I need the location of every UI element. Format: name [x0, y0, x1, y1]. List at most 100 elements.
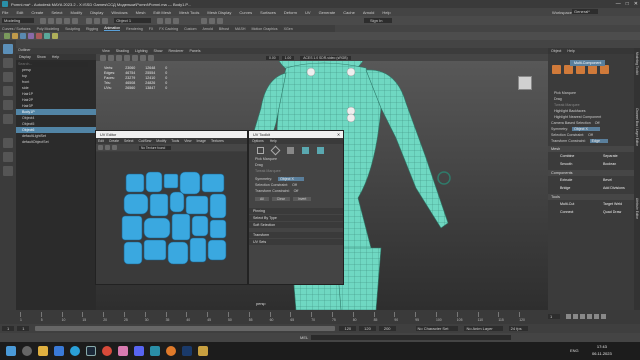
command-input[interactable]: [311, 334, 512, 340]
uv-shell[interactable]: [163, 173, 179, 189]
uv-shell[interactable]: [125, 173, 145, 193]
uvk-menu-options[interactable]: Options: [252, 139, 264, 143]
anim-layer-select[interactable]: No Anim Layer: [464, 326, 503, 331]
snap-grid-icon[interactable]: [157, 17, 164, 24]
uv-shell[interactable]: [191, 215, 209, 237]
viewport-menu-show[interactable]: Show: [154, 49, 163, 53]
chrome-icon[interactable]: [102, 346, 112, 356]
uv-canvas[interactable]: [96, 152, 247, 284]
menu-deform[interactable]: Deform: [284, 10, 297, 15]
shelf-tab-poly-modeling[interactable]: Poly Modeling: [37, 27, 60, 31]
render-icon[interactable]: [201, 17, 208, 24]
shelf-tab-arnold[interactable]: Arnold: [202, 27, 212, 31]
snap-curve-icon[interactable]: [165, 17, 172, 24]
outliner-search-input[interactable]: [18, 61, 88, 67]
mtk-menu-object[interactable]: Object: [551, 49, 561, 53]
maximize-button[interactable]: □: [626, 1, 629, 7]
vertex-mode-icon[interactable]: [270, 145, 281, 155]
uv-checker-icon[interactable]: [112, 145, 117, 150]
uv-menu-select[interactable]: Select: [124, 139, 133, 143]
mode-select[interactable]: Modeling: [2, 18, 35, 23]
texture-icon[interactable]: [132, 54, 138, 61]
viewport-menu-view[interactable]: View: [102, 49, 110, 53]
menu-uv[interactable]: UV: [305, 10, 311, 15]
snap-point-icon[interactable]: [173, 17, 180, 24]
go-to-end-icon[interactable]: [601, 314, 606, 319]
mtk-selection-constraint-value[interactable]: Off: [588, 133, 593, 137]
uv-mode-icon[interactable]: [317, 146, 324, 154]
shelf-tab-mash[interactable]: MASH: [235, 27, 245, 31]
uv-shell[interactable]: [207, 239, 227, 261]
range-start2-field[interactable]: 1: [17, 326, 30, 331]
language-indicator[interactable]: ENG: [570, 348, 579, 353]
multi-component-button[interactable]: Multi-Component: [570, 60, 606, 66]
open-scene-icon[interactable]: [48, 17, 55, 24]
object-selector[interactable]: Object 1: [114, 18, 152, 23]
menu-create[interactable]: Create: [31, 10, 43, 15]
go-to-start-icon[interactable]: [566, 314, 571, 319]
paint-icon[interactable]: [118, 346, 128, 356]
menu-mesh-tools[interactable]: Mesh Tools: [179, 10, 199, 15]
uv-menu-edit[interactable]: Edit: [98, 139, 104, 143]
uv-shell[interactable]: [123, 241, 143, 265]
uv-shade-icon[interactable]: [105, 145, 110, 150]
object-mode-icon[interactable]: [552, 64, 561, 74]
uvk-menu-help[interactable]: Help: [270, 139, 277, 143]
save-scene-icon[interactable]: [56, 17, 63, 24]
uv-shell[interactable]: [149, 193, 169, 217]
menu-mesh-display[interactable]: Mesh Display: [207, 10, 231, 15]
uvk-selection-constraint-value[interactable]: Off: [292, 183, 297, 187]
smooth-button[interactable]: Smooth: [548, 160, 591, 168]
add-divisions-button[interactable]: Add Divisions: [591, 184, 634, 192]
uvk-section-uv-sets[interactable]: UV Sets: [249, 239, 343, 245]
uvk-all-button[interactable]: All: [255, 196, 269, 201]
mesh-right-arm[interactable]: [365, 69, 449, 229]
start-icon[interactable]: [6, 346, 16, 356]
separate-button[interactable]: Separate: [591, 152, 634, 160]
uv-select-mode-icon[interactable]: [257, 146, 264, 154]
uv-shell[interactable]: [209, 219, 227, 239]
shelf-tab-bifrost[interactable]: Bifrost: [219, 27, 229, 31]
sign-in-button[interactable]: Sign In: [364, 18, 393, 23]
menu-windows[interactable]: Windows: [111, 10, 127, 15]
menu-mesh[interactable]: Mesh: [136, 10, 146, 15]
shelf-tab-animation[interactable]: Animation: [104, 26, 121, 31]
mtk-menu-help[interactable]: Help: [567, 49, 574, 53]
color-space-select[interactable]: ACES 1.0 SDR-video (sRGB): [300, 55, 351, 60]
range-bar[interactable]: [35, 326, 336, 331]
render-view-icon[interactable]: [209, 17, 216, 24]
uv-shell[interactable]: [169, 191, 185, 213]
select-hierarchy-icon[interactable]: [86, 17, 93, 24]
menu-arnold[interactable]: Arnold: [363, 10, 375, 15]
range-end3-field[interactable]: 200: [378, 326, 396, 331]
uv-menu-view[interactable]: View: [184, 139, 191, 143]
step-back-icon[interactable]: [573, 314, 578, 319]
uv-shell[interactable]: [189, 237, 207, 263]
lasso-tool-icon[interactable]: [3, 58, 13, 68]
shelf-tab-rendering[interactable]: Rendering: [126, 27, 143, 31]
character-set-select[interactable]: No Character Set: [415, 326, 459, 331]
step-forward-icon[interactable]: [594, 314, 599, 319]
side-tab-modeling-toolkit[interactable]: Modeling Toolkit: [635, 52, 639, 75]
shelf-tool-icon[interactable]: [28, 33, 34, 39]
shelf-tab-custom[interactable]: Custom: [184, 27, 196, 31]
photoshop-icon[interactable]: [182, 346, 192, 356]
shelf-tab-motion-graphics[interactable]: Motion Graphics: [251, 27, 277, 31]
layout-four-icon[interactable]: [3, 152, 13, 162]
grid-icon[interactable]: [108, 54, 114, 61]
shelf-tab-fx[interactable]: FX: [149, 27, 154, 31]
scale-tool-icon[interactable]: [3, 114, 13, 124]
shelf-tool-icon[interactable]: [36, 33, 42, 39]
bridge-button[interactable]: Bridge: [548, 184, 591, 192]
uv-shell[interactable]: [121, 215, 143, 241]
wireframe-icon[interactable]: [116, 54, 122, 61]
shell-mode-icon[interactable]: [302, 146, 309, 154]
blender-icon[interactable]: [166, 346, 176, 356]
uv-shell[interactable]: [123, 193, 149, 215]
uv-shell[interactable]: [201, 173, 225, 193]
uvk-clear-button[interactable]: Clear: [271, 196, 290, 201]
select-object-icon[interactable]: [94, 17, 101, 24]
uvk-symmetry-select[interactable]: Object X: [278, 177, 304, 181]
paint-select-tool-icon[interactable]: [3, 72, 13, 82]
telegram-icon[interactable]: [70, 346, 80, 356]
